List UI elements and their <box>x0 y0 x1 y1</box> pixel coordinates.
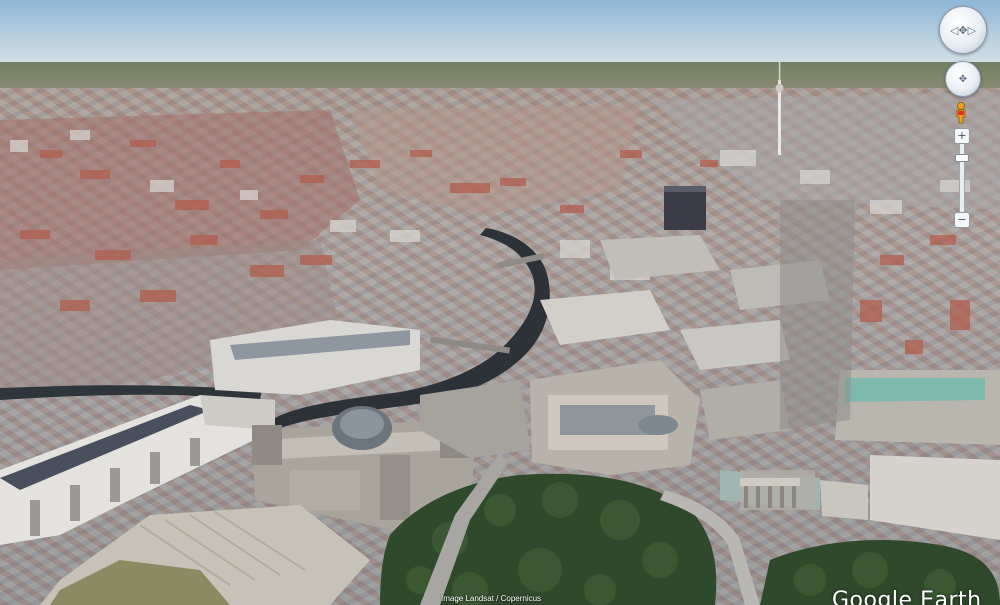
zoom-in-button[interactable]: + <box>954 128 970 144</box>
district-center <box>350 105 640 215</box>
move-pan-icon[interactable]: ✥ <box>945 61 981 97</box>
image-attribution: Image Landsat / Copernicus <box>441 594 542 603</box>
zoom-slider-thumb[interactable] <box>955 154 969 162</box>
boulevard <box>780 200 855 430</box>
office-blocks <box>420 235 830 475</box>
zoom-out-button[interactable]: − <box>954 212 970 228</box>
google-earth-logo: Google Earth <box>832 588 982 605</box>
map-viewport[interactable]: ◁✥▷ ✥ + − Image Landsat / Copernicus Goo… <box>0 0 1000 605</box>
bridge-south <box>429 336 511 354</box>
map-scene <box>0 62 1000 605</box>
look-around-icon[interactable]: ◁✥▷ <box>939 6 987 54</box>
pegman-icon[interactable] <box>954 102 968 124</box>
dark-highrise <box>664 186 706 230</box>
navigation-controls: ◁✥▷ ✥ + − <box>936 6 992 228</box>
